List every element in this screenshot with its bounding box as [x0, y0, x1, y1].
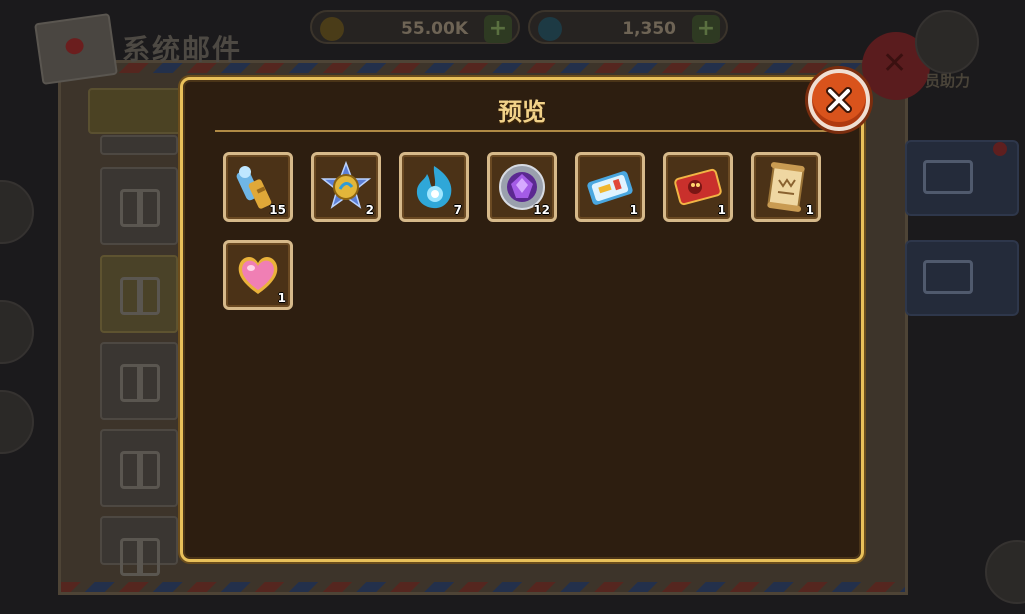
- list-item[interactable]: [100, 135, 178, 155]
- gift-icon: [120, 451, 160, 489]
- notification-dot: [993, 142, 1007, 156]
- list-item[interactable]: [100, 429, 178, 507]
- close-button[interactable]: [808, 69, 870, 131]
- title-divider: [215, 130, 829, 132]
- envelope-icon: [34, 13, 118, 85]
- list-item[interactable]: [100, 342, 178, 420]
- reward-item[interactable]: 1: [751, 152, 821, 222]
- reward-item[interactable]: 12: [487, 152, 557, 222]
- gift-icon: [120, 277, 160, 315]
- side-button-left-1[interactable]: [0, 180, 34, 244]
- item-count: 1: [277, 291, 286, 305]
- side-label: 员助力: [925, 72, 971, 90]
- gem-counter: 1,350 +: [528, 10, 728, 44]
- reward-items-grid: 15 2 7 12 1 1 1 1: [223, 152, 843, 322]
- mail-icon: [923, 260, 973, 294]
- tab-mail[interactable]: [905, 240, 1019, 316]
- gem-icon: [538, 17, 562, 41]
- item-count: 12: [533, 203, 550, 217]
- list-item[interactable]: [100, 516, 178, 576]
- reward-item[interactable]: 1: [223, 240, 293, 310]
- add-gem-button[interactable]: +: [692, 15, 720, 43]
- gift-icon: [120, 364, 160, 402]
- item-count: 15: [269, 203, 286, 217]
- mail-window-title: 系统邮件: [122, 33, 243, 66]
- preview-dialog: 预览 15 2 7 12 1 1 1 1: [180, 77, 864, 562]
- gold-coin-icon: [320, 17, 344, 41]
- mail-settings-icon: [923, 160, 973, 194]
- gift-icon: [120, 538, 160, 576]
- reward-item[interactable]: 1: [575, 152, 645, 222]
- mail-list: [88, 135, 178, 576]
- side-button-right-bottom[interactable]: [985, 540, 1025, 604]
- dialog-title: 预览: [498, 98, 546, 126]
- left-header-bar: [88, 88, 182, 134]
- gem-amount: 1,350: [622, 19, 676, 39]
- gift-icon: [120, 189, 160, 227]
- list-item[interactable]: [100, 167, 178, 245]
- item-count: 1: [805, 203, 814, 217]
- item-count: 2: [365, 203, 374, 217]
- reward-item[interactable]: 2: [311, 152, 381, 222]
- side-button-top-right[interactable]: [915, 10, 979, 74]
- item-count: 7: [453, 203, 462, 217]
- side-button-left-2[interactable]: [0, 300, 34, 364]
- currency-bar: 55.00K + 1,350 +: [300, 10, 740, 46]
- gold-amount: 55.00K: [401, 19, 468, 39]
- close-icon: [826, 87, 852, 113]
- add-gold-button[interactable]: +: [484, 15, 512, 43]
- reward-item[interactable]: 7: [399, 152, 469, 222]
- gold-counter: 55.00K +: [310, 10, 520, 44]
- reward-item[interactable]: 1: [663, 152, 733, 222]
- item-count: 1: [717, 203, 726, 217]
- reward-item[interactable]: 15: [223, 152, 293, 222]
- side-button-left-3[interactable]: [0, 390, 34, 454]
- list-item[interactable]: [100, 255, 178, 333]
- item-count: 1: [629, 203, 638, 217]
